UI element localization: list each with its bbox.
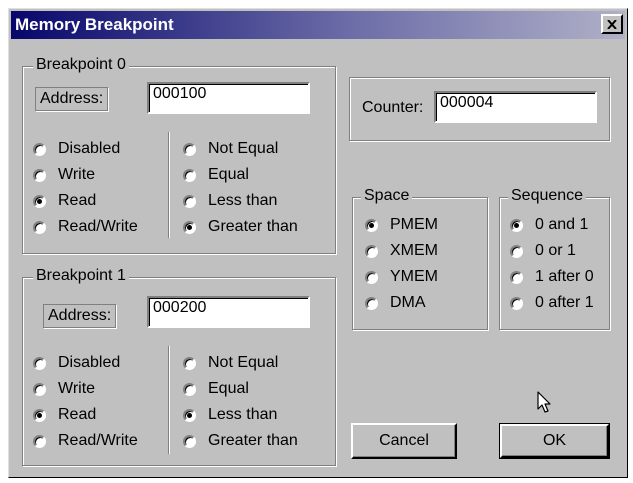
bp1-compare-not-equal[interactable]: Not Equal <box>183 354 278 372</box>
radio-indicator <box>33 194 46 208</box>
radio-indicator <box>510 296 523 310</box>
radio-indicator <box>365 296 378 310</box>
bp1-access-disabled[interactable]: Disabled <box>33 354 120 372</box>
bp1-address-input[interactable]: 000200 <box>147 296 310 328</box>
radio-indicator <box>183 434 196 448</box>
bp1-compare-greater-than[interactable]: Greater than <box>183 432 298 450</box>
radio-indicator <box>365 218 378 232</box>
dialog-title: Memory Breakpoint <box>15 15 174 34</box>
bp0-compare-not-equal[interactable]: Not Equal <box>183 140 278 158</box>
radio-indicator <box>510 270 523 284</box>
bp1-compare-equal[interactable]: Equal <box>183 380 249 398</box>
sequence-group: Sequence 0 and 1 0 or 1 1 after 0 0 afte… <box>499 187 610 330</box>
space-ymem[interactable]: YMEM <box>365 268 438 286</box>
bp1-access-read-write[interactable]: Read/Write <box>33 432 138 450</box>
bp1-divider <box>168 346 169 454</box>
space-dma[interactable]: DMA <box>365 294 426 312</box>
radio-indicator <box>510 244 523 258</box>
cancel-label: Cancel <box>379 432 429 449</box>
bp1-access-write[interactable]: Write <box>33 380 95 398</box>
radio-indicator <box>365 270 378 284</box>
bp0-divider <box>168 132 169 238</box>
radio-indicator <box>365 244 378 258</box>
radio-indicator <box>33 408 46 422</box>
space-pmem[interactable]: PMEM <box>365 216 438 234</box>
bp0-address-input[interactable]: 000100 <box>147 82 310 114</box>
bp0-access-write[interactable]: Write <box>33 166 95 184</box>
title-bar[interactable]: Memory Breakpoint <box>11 11 625 39</box>
radio-indicator <box>33 382 46 396</box>
cancel-button[interactable]: Cancel <box>351 423 457 459</box>
bp0-access-disabled[interactable]: Disabled <box>33 140 120 158</box>
radio-indicator <box>183 382 196 396</box>
radio-indicator <box>33 434 46 448</box>
bp0-compare-less-than[interactable]: Less than <box>183 192 277 210</box>
radio-indicator <box>33 356 46 370</box>
radio-indicator <box>33 168 46 182</box>
radio-indicator <box>510 218 523 232</box>
radio-indicator <box>183 220 196 234</box>
breakpoint-0-title: Breakpoint 0 <box>33 56 129 74</box>
close-button[interactable] <box>601 14 623 34</box>
bp0-compare-greater-than[interactable]: Greater than <box>183 218 298 236</box>
space-group: Space PMEM XMEM YMEM DMA <box>352 187 488 330</box>
ok-label: OK <box>542 432 567 449</box>
sequence-0-and-1[interactable]: 0 and 1 <box>510 216 588 234</box>
radio-indicator <box>183 194 196 208</box>
close-icon <box>607 19 617 29</box>
bp1-address-label: Address: <box>43 304 117 328</box>
mouse-pointer-icon <box>537 391 551 413</box>
space-title: Space <box>361 187 413 205</box>
space-xmem[interactable]: XMEM <box>365 242 438 260</box>
bp0-address-label: Address: <box>35 87 109 111</box>
radio-indicator <box>183 168 196 182</box>
breakpoint-1-group: Breakpoint 1 Address: 000200 Disabled Wr… <box>22 267 336 466</box>
memory-breakpoint-dialog: Memory Breakpoint Breakpoint 0 Address: … <box>8 8 628 478</box>
radio-indicator <box>183 142 196 156</box>
sequence-title: Sequence <box>508 187 587 205</box>
sequence-0-after-1[interactable]: 0 after 1 <box>510 294 594 312</box>
counter-label: Counter: <box>362 99 424 116</box>
radio-indicator <box>33 220 46 234</box>
bp0-access-read-write[interactable]: Read/Write <box>33 218 138 236</box>
radio-indicator <box>183 356 196 370</box>
bp1-access-read[interactable]: Read <box>33 406 96 424</box>
breakpoint-1-title: Breakpoint 1 <box>33 267 129 285</box>
bp0-access-read[interactable]: Read <box>33 192 96 210</box>
radio-indicator <box>33 142 46 156</box>
sequence-1-after-0[interactable]: 1 after 0 <box>510 268 594 286</box>
bp1-compare-less-than[interactable]: Less than <box>183 406 277 424</box>
counter-input[interactable]: 000004 <box>434 91 597 123</box>
counter-group: Counter: 000004 <box>349 77 610 141</box>
radio-indicator <box>183 408 196 422</box>
breakpoint-0-group: Breakpoint 0 Address: 000100 Disabled Wr… <box>22 56 336 254</box>
sequence-0-or-1[interactable]: 0 or 1 <box>510 242 576 260</box>
bp0-compare-equal[interactable]: Equal <box>183 166 249 184</box>
ok-button[interactable]: OK <box>499 423 610 459</box>
